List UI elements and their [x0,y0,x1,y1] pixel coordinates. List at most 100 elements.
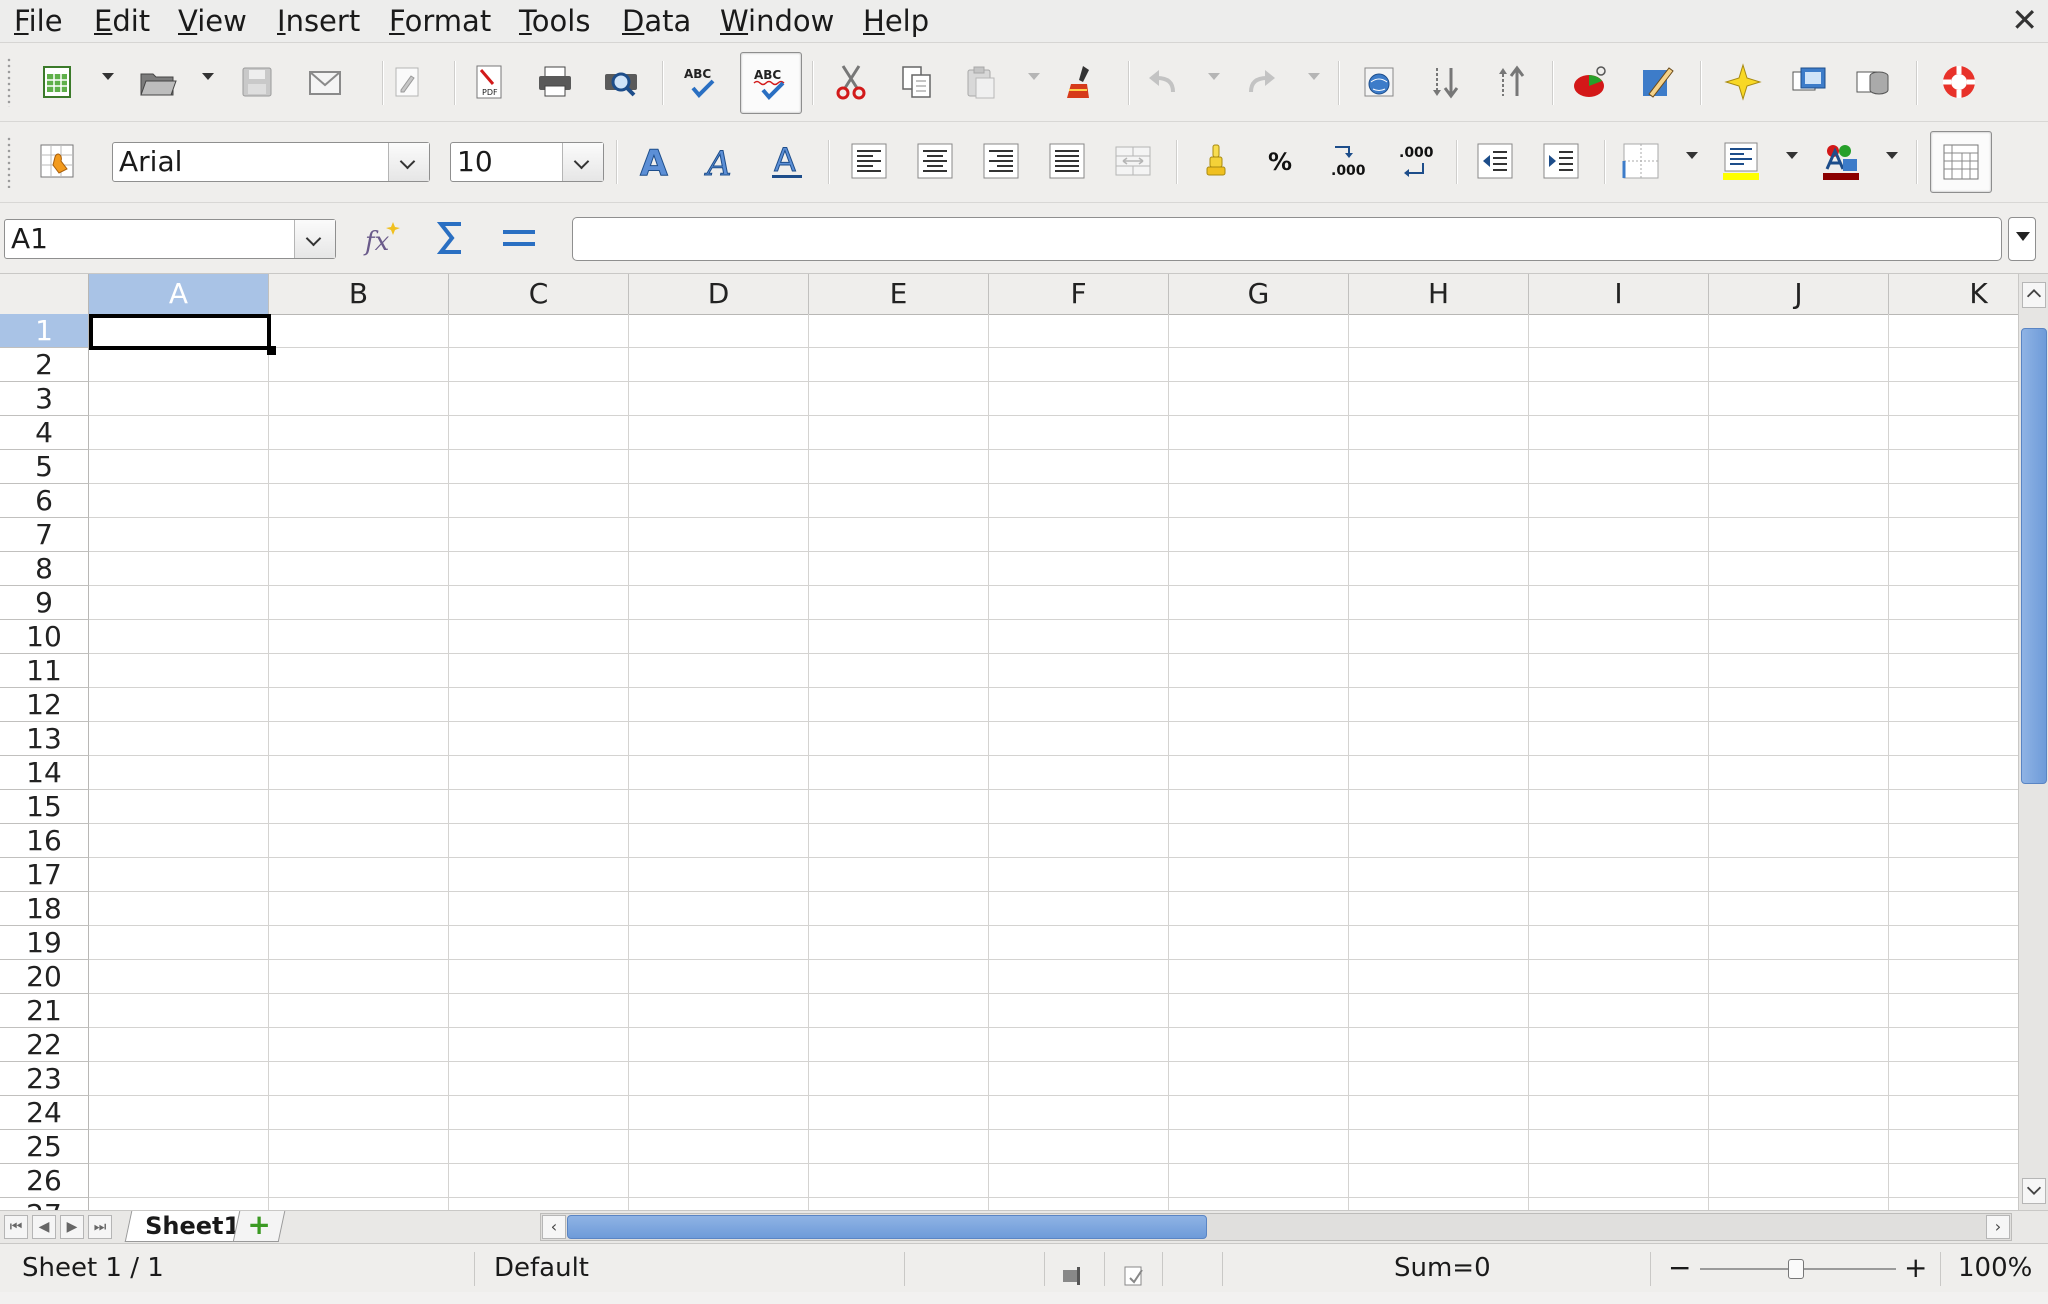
font-size-dropdown-icon[interactable] [562,143,603,181]
row-header-26[interactable]: 26 [0,1164,89,1198]
scroll-right-icon[interactable]: › [1986,1215,2010,1239]
toggle-grid-lines-icon[interactable] [1930,131,1992,193]
merge-cells-icon[interactable] [1110,138,1156,184]
menu-window[interactable]: Window [720,4,834,38]
increase-indent-icon[interactable] [1538,138,1584,184]
menu-insert[interactable]: Insert [277,4,360,38]
row-header-3[interactable]: 3 [0,382,89,416]
zoom-in-icon[interactable]: + [1904,1244,1927,1292]
column-header-h[interactable]: H [1349,274,1529,314]
borders-dropdown-icon[interactable] [1686,152,1698,159]
hyperlink-icon[interactable] [1356,59,1402,105]
zoom-slider-knob[interactable] [1788,1259,1804,1279]
previous-sheet-icon[interactable]: ◀ [32,1215,56,1239]
next-sheet-icon[interactable]: ▶ [60,1215,84,1239]
font-name-dropdown-icon[interactable] [388,143,429,181]
horizontal-scroll-thumb[interactable] [567,1215,1207,1239]
align-left-icon[interactable] [846,138,892,184]
toolbar-grip[interactable] [6,57,12,107]
row-header-9[interactable]: 9 [0,586,89,620]
redo-dropdown-icon[interactable] [1308,73,1320,80]
vertical-scroll-thumb[interactable] [2021,328,2047,784]
undo-icon[interactable] [1140,59,1186,105]
last-sheet-icon[interactable]: ⏭ [88,1215,112,1239]
row-header-20[interactable]: 20 [0,960,89,994]
row-header-19[interactable]: 19 [0,926,89,960]
formula-equals-icon[interactable] [496,215,542,261]
toolbar-grip[interactable] [6,136,12,188]
column-header-c[interactable]: C [449,274,629,314]
edit-file-icon[interactable] [384,59,430,105]
column-header-a[interactable]: A [89,274,269,314]
row-header-14[interactable]: 14 [0,756,89,790]
column-header-e[interactable]: E [809,274,989,314]
column-header-i[interactable]: I [1529,274,1709,314]
menu-edit[interactable]: Edit [94,4,150,38]
font-size-box[interactable]: 10 [450,142,604,182]
column-header-d[interactable]: D [629,274,809,314]
justify-icon[interactable] [1044,138,1090,184]
row-header-22[interactable]: 22 [0,1028,89,1062]
zoom-level[interactable]: 100% [1958,1244,2032,1292]
styles-and-formatting-icon[interactable] [34,138,80,184]
cell-cursor[interactable] [89,314,271,350]
save-icon[interactable] [234,59,280,105]
new-dropdown-icon[interactable] [102,73,114,80]
scroll-left-icon[interactable]: ‹ [542,1215,566,1239]
percent-format-icon[interactable]: % [1258,138,1304,184]
menu-tools[interactable]: Tools [519,4,590,38]
data-sources-icon[interactable] [1850,59,1896,105]
align-center-icon[interactable] [912,138,958,184]
add-decimal-place-icon[interactable]: .000 [1324,138,1370,184]
font-name-box[interactable]: Arial [112,142,430,182]
redo-icon[interactable] [1238,59,1284,105]
row-header-18[interactable]: 18 [0,892,89,926]
spelling-icon[interactable]: ABC [678,59,724,105]
print-icon[interactable] [532,59,578,105]
first-sheet-icon[interactable]: ⏮ [4,1215,28,1239]
menu-view[interactable]: View [178,4,247,38]
delete-decimal-place-icon[interactable]: .000 [1390,138,1436,184]
currency-format-icon[interactable] [1194,138,1240,184]
align-right-icon[interactable] [978,138,1024,184]
row-header-11[interactable]: 11 [0,654,89,688]
row-header-2[interactable]: 2 [0,348,89,382]
sort-descending-icon[interactable] [1488,59,1534,105]
open-folder-icon[interactable] [134,59,180,105]
row-header-24[interactable]: 24 [0,1096,89,1130]
insert-chart-icon[interactable] [1568,59,1614,105]
sum-icon[interactable] [428,215,474,261]
row-header-13[interactable]: 13 [0,722,89,756]
undo-dropdown-icon[interactable] [1208,73,1220,80]
decrease-indent-icon[interactable] [1472,138,1518,184]
gallery-icon[interactable] [1786,59,1832,105]
row-header-23[interactable]: 23 [0,1062,89,1096]
background-color-icon[interactable] [1718,138,1764,184]
italic-icon[interactable]: A [698,138,744,184]
selection-mode-icon[interactable] [1060,1256,1084,1285]
row-header-21[interactable]: 21 [0,994,89,1028]
menu-file[interactable]: File [14,4,63,38]
paste-dropdown-icon[interactable] [1028,73,1040,80]
paste-icon[interactable] [958,59,1004,105]
row-header-17[interactable]: 17 [0,858,89,892]
zoom-out-icon[interactable]: − [1668,1244,1691,1292]
row-header-25[interactable]: 25 [0,1130,89,1164]
font-color-dropdown-icon[interactable] [1886,152,1898,159]
print-preview-icon[interactable] [598,59,644,105]
name-box[interactable]: A1 [4,219,336,259]
row-header-5[interactable]: 5 [0,450,89,484]
row-header-27[interactable]: 27 [0,1198,89,1210]
export-pdf-icon[interactable]: PDF [466,59,512,105]
font-color-icon[interactable] [1818,138,1864,184]
open-dropdown-icon[interactable] [202,73,214,80]
scroll-up-icon[interactable] [2022,282,2046,308]
autospellcheck-toggle-icon[interactable]: ABC [740,52,802,114]
column-header-j[interactable]: J [1709,274,1889,314]
new-spreadsheet-icon[interactable] [34,59,80,105]
row-header-8[interactable]: 8 [0,552,89,586]
row-header-15[interactable]: 15 [0,790,89,824]
borders-icon[interactable] [1618,138,1664,184]
page-style[interactable]: Default [494,1244,589,1292]
bold-icon[interactable]: A [632,138,678,184]
